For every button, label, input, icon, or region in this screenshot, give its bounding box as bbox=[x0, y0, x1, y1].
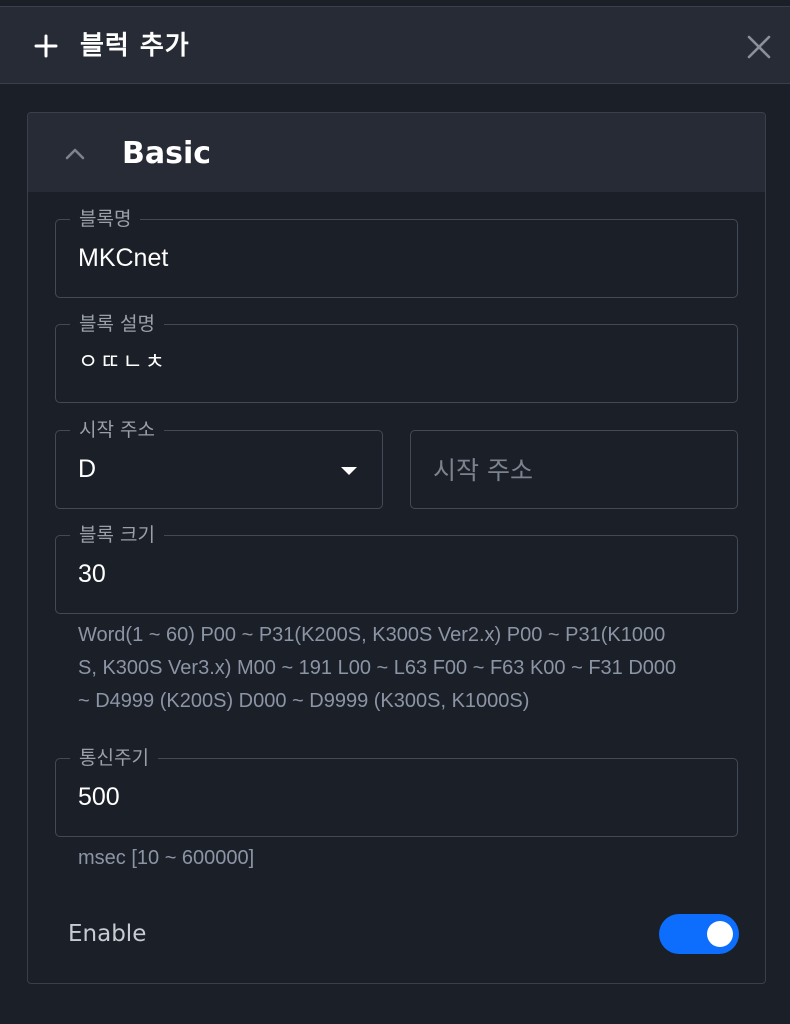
block-size-label: 블록 크기 bbox=[70, 521, 164, 549]
comm-period-input[interactable]: 500 bbox=[78, 779, 120, 815]
comm-period-helper: msec [10 ~ 600000] bbox=[78, 847, 255, 869]
block-description-label: 블록 설명 bbox=[70, 310, 164, 338]
block-name-input[interactable]: MKCnet bbox=[78, 240, 168, 276]
enable-toggle[interactable] bbox=[659, 914, 739, 954]
toggle-knob bbox=[707, 921, 733, 947]
dialog-header: 블럭 추가 bbox=[0, 6, 790, 84]
enable-label: Enable bbox=[68, 921, 147, 947]
dialog-title: 블럭 추가 bbox=[80, 31, 190, 61]
block-size-helper-line: S, K300S Ver3.x) M00 ~ 191 L00 ~ L63 F00… bbox=[78, 657, 677, 679]
section-title: Basic bbox=[122, 136, 212, 171]
block-description-input[interactable]: ㅇㄸㄴㅊ bbox=[78, 345, 167, 381]
chevron-up-icon[interactable] bbox=[64, 145, 86, 161]
block-name-field[interactable]: 블록명 MKCnet bbox=[55, 205, 738, 298]
block-name-label: 블록명 bbox=[70, 205, 141, 233]
block-size-helper-line: ~ D4999 (K200S) D000 ~ D9999 (K300S, K10… bbox=[78, 690, 530, 712]
section-header[interactable]: Basic bbox=[28, 113, 765, 192]
basic-section: Basic 블록명 MKCnet 블록 설명 ㅇㄸㄴㅊ 시작 주소 D 시작 주… bbox=[27, 112, 766, 984]
block-description-field[interactable]: 블록 설명 ㅇㄸㄴㅊ bbox=[55, 310, 738, 403]
start-address-label: 시작 주소 bbox=[70, 416, 164, 444]
top-edge bbox=[0, 0, 790, 5]
start-address-select[interactable]: 시작 주소 D bbox=[55, 416, 383, 509]
close-icon[interactable] bbox=[746, 34, 772, 60]
plus-icon bbox=[34, 34, 58, 58]
block-size-input[interactable]: 30 bbox=[78, 556, 106, 592]
comm-period-label: 통신주기 bbox=[70, 744, 158, 772]
start-address-input[interactable]: 시작 주소 bbox=[410, 430, 738, 509]
block-size-helper: Word(1 ~ 60) P00 ~ P31(K200S, K300S Ver2… bbox=[78, 619, 728, 718]
block-size-helper-line: Word(1 ~ 60) P00 ~ P31(K200S, K300S Ver2… bbox=[78, 624, 666, 646]
block-size-field[interactable]: 블록 크기 30 bbox=[55, 521, 738, 614]
start-address-placeholder: 시작 주소 bbox=[433, 456, 533, 485]
add-block-dialog: 블럭 추가 Basic 블록명 MKCnet 블록 설명 ㅇㄸㄴㅊ 시작 주소 … bbox=[0, 0, 790, 1024]
start-address-selected: D bbox=[78, 455, 97, 483]
caret-down-icon bbox=[341, 467, 357, 475]
comm-period-field[interactable]: 통신주기 500 bbox=[55, 744, 738, 837]
